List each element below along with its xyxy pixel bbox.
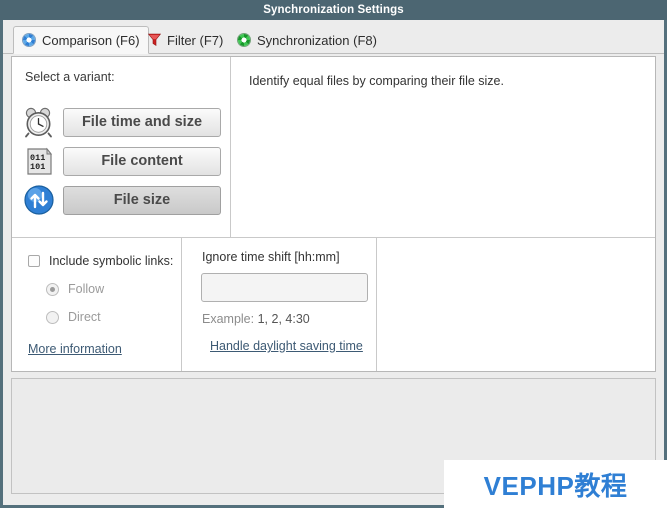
gear-blue-icon — [22, 33, 36, 47]
watermark-overlay: VEPHP教程 — [444, 460, 667, 508]
radio-follow-label: Follow — [68, 282, 105, 296]
variant-selection-column: Select a variant: File time and size 011… — [12, 57, 231, 237]
tab-synchronization-label: Synchronization (F8) — [257, 32, 377, 48]
more-information-link[interactable]: More information — [28, 342, 122, 356]
handle-daylight-saving-time-link[interactable]: Handle daylight saving time — [210, 339, 363, 353]
dialog-body: Comparison (F6) Filter (F7) Synchronizat… — [0, 20, 667, 508]
include-symbolic-links-checkbox-row[interactable]: Include symbolic links: — [28, 254, 173, 268]
include-symbolic-links-checkbox[interactable] — [28, 255, 40, 267]
binary-file-icon: 011 101 — [27, 147, 53, 175]
variant-row-file-size: File size — [23, 184, 221, 216]
time-shift-example: Example: 1, 2, 4:30 — [202, 312, 310, 326]
time-shift-input[interactable] — [201, 273, 368, 302]
watermark-text: VEPHP教程 — [483, 470, 628, 501]
tab-strip: Comparison (F6) Filter (F7) Synchronizat… — [3, 20, 664, 54]
radio-direct[interactable] — [46, 310, 59, 324]
tab-synchronization[interactable]: Synchronization (F8) — [229, 26, 385, 54]
radio-follow[interactable] — [46, 282, 59, 296]
variant-row-file-time-and-size: File time and size — [23, 106, 221, 138]
include-symbolic-links-label: Include symbolic links: — [49, 254, 174, 268]
tab-filter-label: Filter (F7) — [167, 32, 224, 48]
time-shift-example-values: 1, 2, 4:30 — [257, 312, 310, 326]
variant-button-file-content[interactable]: File content — [63, 146, 221, 176]
symlink-option-direct[interactable]: Direct — [46, 310, 101, 324]
radio-direct-label: Direct — [68, 310, 101, 324]
symbolic-links-column: Include symbolic links: Follow Direct Mo… — [12, 238, 182, 371]
tab-comparison[interactable]: Comparison (F6) — [13, 26, 149, 54]
funnel-icon — [148, 33, 161, 47]
tab-comparison-label: Comparison (F6) — [42, 32, 140, 48]
alarm-clock-icon — [25, 107, 52, 138]
variant-row-file-content: 011 101 File content — [23, 145, 221, 177]
select-variant-label: Select a variant: — [25, 70, 115, 84]
svg-text:101: 101 — [30, 162, 45, 172]
window-title: Synchronization Settings — [263, 4, 404, 16]
blue-arrows-icon — [24, 185, 54, 215]
gear-green-icon — [237, 33, 251, 47]
variant-description-text: Identify equal files by comparing their … — [249, 74, 504, 88]
symlink-option-follow[interactable]: Follow — [46, 282, 104, 296]
time-shift-spare-column — [378, 238, 655, 371]
variant-description-column: Identify equal files by comparing their … — [232, 57, 655, 237]
time-shift-column: Ignore time shift [hh:mm] Example: 1, 2,… — [183, 238, 377, 371]
time-shift-label: Ignore time shift [hh:mm] — [202, 250, 340, 264]
synchronization-settings-dialog: Synchronization Settings Comparison (F6)… — [0, 0, 667, 508]
comparison-content-panel: Select a variant: File time and size 011… — [11, 56, 656, 372]
variant-button-file-size[interactable]: File size — [63, 185, 221, 215]
window-titlebar: Synchronization Settings — [0, 0, 667, 20]
tab-filter[interactable]: Filter (F7) — [140, 26, 231, 54]
variant-button-file-time-and-size[interactable]: File time and size — [63, 107, 221, 137]
time-shift-example-prefix: Example: — [202, 312, 255, 326]
